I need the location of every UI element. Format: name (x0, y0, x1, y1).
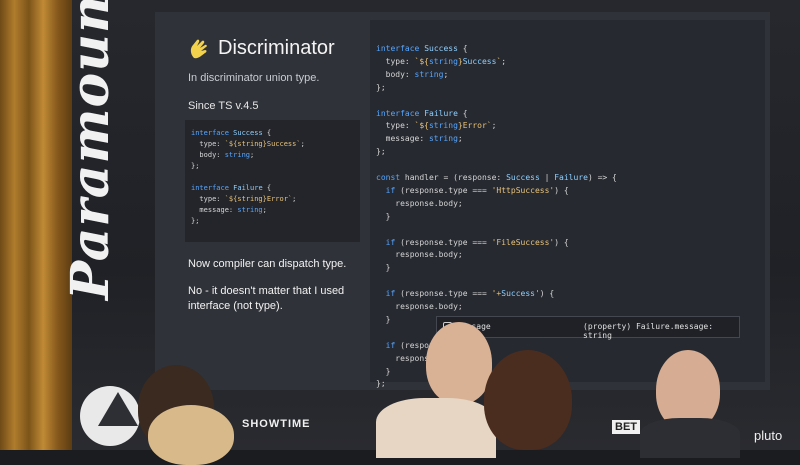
code-line: response.body; (376, 250, 463, 260)
brand-wordmark: Paramount (60, 0, 121, 300)
code-line: if (response.type === 'FileSuccess') { (385, 237, 569, 247)
small-code-line (191, 172, 354, 183)
pluto-logo: pluto (754, 428, 783, 443)
code-line: }; (376, 379, 386, 389)
code-line: body: string; (376, 69, 449, 79)
small-code-block: interface Success { type: `${string}Succ… (185, 120, 360, 242)
slide-note-dispatch: Now compiler can dispatch type. (188, 258, 347, 270)
code-line: }; (376, 82, 386, 92)
slide-note-interface: No - it doesn't matter that I used inter… (188, 285, 345, 312)
slide-left-panel: Discriminator In discriminator union typ… (155, 12, 370, 390)
audience-head (484, 350, 572, 450)
code-line: response.body; (376, 302, 463, 311)
showtime-logo: SHOWTIME (242, 418, 311, 430)
small-code-line: type: `${string}Success`; (191, 140, 305, 148)
paramount-mountain-logo (80, 386, 140, 446)
audience-head (426, 322, 492, 404)
audience-body (376, 398, 496, 458)
slide-title: Discriminator (218, 36, 335, 59)
code-line: } (376, 211, 391, 221)
code-line: const handler = (response: Success | Fai… (376, 173, 617, 182)
small-code-line: }; (191, 217, 200, 225)
code-line: interface Failure { (376, 108, 468, 118)
since-version: Since TS v.4.5 (188, 100, 259, 112)
audience-head (148, 405, 234, 465)
code-line: }; (376, 147, 386, 157)
code-line: type: `${string}Success`; (376, 56, 507, 66)
code-line: respons (376, 353, 429, 363)
small-code-line: type: `${string}Error`; (191, 195, 297, 203)
bet-logo: BET (612, 420, 640, 434)
code-line: } (376, 263, 391, 273)
slide-subtitle: In discriminator union type. (188, 72, 320, 84)
small-code-line: message: string; (191, 206, 267, 214)
code-line: } (376, 366, 391, 376)
code-line: response.body; (376, 198, 463, 208)
code-line: if (response.type === '+Success') { (385, 289, 555, 299)
audience-body (640, 418, 740, 458)
hand-wave-icon (190, 39, 207, 59)
small-code-line: interface Failure { (191, 184, 272, 192)
small-code-line: body: string; (191, 151, 255, 159)
tooltip-detail: (property) Failure.message: string (583, 322, 714, 340)
code-line: if (response.type === 'HttpSuccess') { (385, 185, 569, 195)
code-line: } (376, 314, 391, 324)
slide-title-row: Discriminator (188, 36, 335, 60)
small-code-line: interface Success { (191, 129, 272, 137)
code-editor: interface Success { type: `${string}Succ… (370, 20, 765, 388)
code-line: interface Success { (376, 44, 468, 53)
code-line: message: string; (376, 134, 463, 144)
code-line: type: `${string}Error`; (376, 121, 497, 131)
small-code-line: }; (191, 162, 200, 170)
